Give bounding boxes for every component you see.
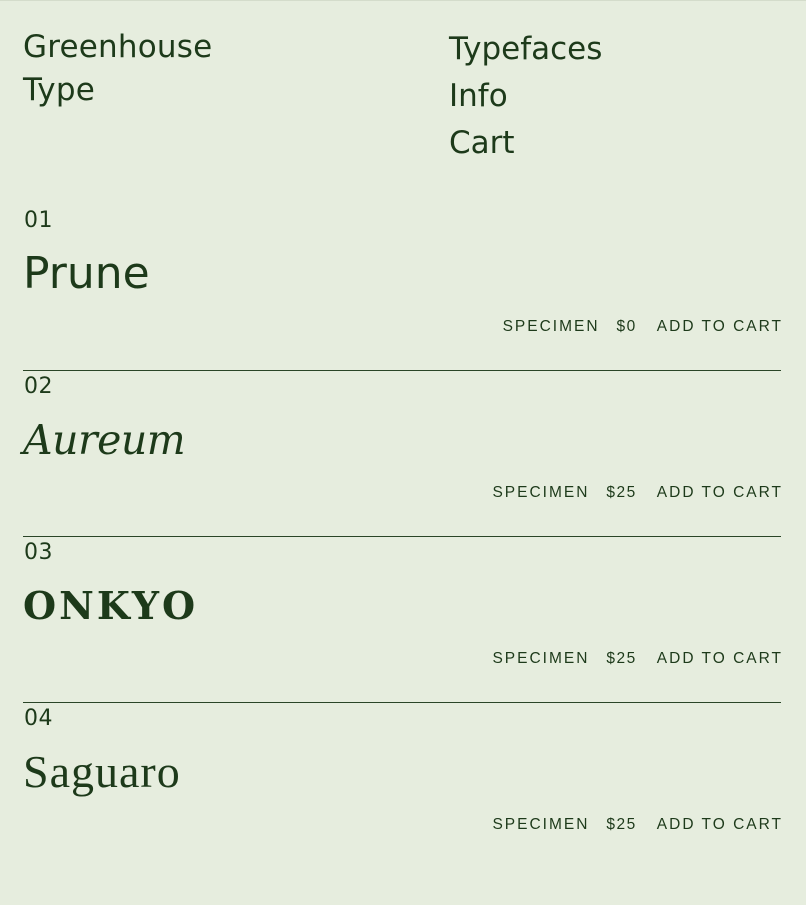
add-to-cart-button[interactable]: ADD TO CART [657, 484, 783, 502]
typeface-actions: SPECIMEN $25 ADD TO CART [492, 650, 781, 668]
brand-line-2: Type [23, 72, 96, 108]
brand-line-1: Greenhouse [23, 29, 213, 65]
typeface-actions: SPECIMEN $25 ADD TO CART [492, 816, 781, 834]
typeface-number: 03 [24, 540, 53, 565]
typeface-actions: SPECIMEN $25 ADD TO CART [492, 484, 781, 502]
typeface-name[interactable]: Aureum [23, 413, 186, 467]
add-to-cart-button[interactable]: ADD TO CART [657, 650, 783, 668]
price-label: $25 [606, 650, 637, 667]
main-nav: Typefaces Info Cart [449, 26, 602, 167]
typeface-row: 01 Prune SPECIMEN $0 ADD TO CART [23, 205, 781, 371]
price-label: $25 [606, 816, 637, 833]
typeface-name[interactable]: Prune [23, 247, 150, 301]
typeface-number: 02 [24, 374, 53, 399]
typeface-name[interactable]: Saguaro [23, 745, 181, 799]
top-border [0, 0, 806, 1]
typeface-row: 04 Saguaro SPECIMEN $25 ADD TO CART [23, 703, 781, 868]
typeface-row: 02 Aureum SPECIMEN $25 ADD TO CART [23, 371, 781, 537]
nav-item-cart[interactable]: Cart [449, 120, 602, 167]
brand-logo[interactable]: Greenhouse Type [23, 26, 323, 112]
typeface-number: 04 [24, 706, 53, 731]
specimen-link[interactable]: SPECIMEN [503, 318, 600, 336]
price-label: $0 [616, 318, 637, 335]
typeface-name[interactable]: ONKYO [23, 579, 198, 633]
typeface-actions: SPECIMEN $0 ADD TO CART [503, 318, 781, 336]
typeface-number: 01 [24, 208, 53, 233]
specimen-link[interactable]: SPECIMEN [492, 816, 589, 834]
typeface-list: 01 Prune SPECIMEN $0 ADD TO CART 02 Aure… [23, 205, 781, 868]
add-to-cart-button[interactable]: ADD TO CART [657, 318, 783, 336]
typeface-row: 03 ONKYO SPECIMEN $25 ADD TO CART [23, 537, 781, 703]
specimen-link[interactable]: SPECIMEN [492, 484, 589, 502]
price-label: $25 [606, 484, 637, 501]
nav-item-typefaces[interactable]: Typefaces [449, 26, 602, 73]
add-to-cart-button[interactable]: ADD TO CART [657, 816, 783, 834]
nav-item-info[interactable]: Info [449, 73, 602, 120]
specimen-link[interactable]: SPECIMEN [492, 650, 589, 668]
